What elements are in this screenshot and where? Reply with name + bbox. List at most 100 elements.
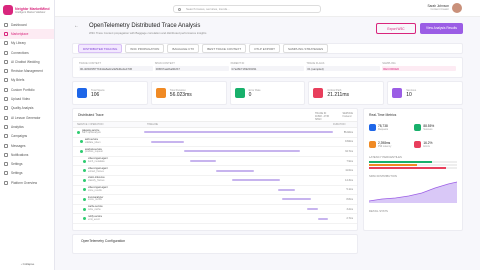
nav-icon bbox=[4, 69, 8, 74]
otel-config-title: OpenTelemetry Configuration bbox=[81, 239, 126, 243]
sidebar-item[interactable]: Marketplace bbox=[0, 29, 54, 39]
search-placeholder: Search traces, services, trends... bbox=[186, 7, 230, 11]
span-row[interactable]: gateway-service GET /api/analysis 56.02ms bbox=[73, 128, 357, 138]
tab-item[interactable]: DISTRIBUTED TRACING bbox=[78, 44, 123, 53]
tab-item[interactable]: W3C PROPAGATION bbox=[125, 44, 165, 53]
sidebar-item-label: My Briefs bbox=[11, 78, 25, 83]
span-row[interactable]: vision-inference classify_frames 14.3ms bbox=[73, 176, 357, 186]
sidebar-item[interactable]: Messages bbox=[0, 141, 54, 150]
metric-label: Requests bbox=[378, 128, 389, 131]
span-timeline bbox=[150, 208, 333, 211]
sidebar-item[interactable]: Connections bbox=[0, 48, 54, 57]
brand[interactable]: Neighbr MarketMind Intelligent Market Va… bbox=[0, 0, 54, 20]
span-operation: emit_event bbox=[88, 217, 100, 221]
sidebar-item[interactable]: My Library bbox=[0, 39, 54, 48]
latency-bar bbox=[369, 161, 457, 163]
export-button[interactable]: Export W3C bbox=[376, 23, 416, 34]
span-duration: 2.7ms bbox=[346, 217, 353, 221]
span-duration: 14.3ms bbox=[345, 178, 353, 182]
logo-icon bbox=[3, 5, 13, 15]
tab-item[interactable]: SAMPLING STRATEGIES bbox=[283, 44, 329, 53]
span-row[interactable]: trend-analyzer score_trends 8.8ms bbox=[73, 195, 357, 205]
sidebar-item[interactable]: Platform Overview bbox=[0, 178, 54, 187]
sidebar-item-label: Campaigns bbox=[11, 134, 28, 139]
span-row[interactable]: video-ingest-agent fetch_metadata 7.9ms bbox=[73, 157, 357, 167]
span-operation: validate_token bbox=[85, 140, 101, 144]
span-timeline bbox=[150, 179, 333, 182]
meta-label: PARENT ID bbox=[230, 62, 245, 65]
trace-context-panel: TRACE CONTEXT 00-4bf92f3577b34da6a3ce929d… bbox=[72, 57, 463, 78]
sidebar-item-label: AI Lesson Generator bbox=[11, 115, 41, 120]
brand-title: Neighbr MarketMind bbox=[15, 6, 50, 11]
meta-field: SPAN CONTEXT 00f067aa0ba902b7 bbox=[154, 62, 229, 73]
sidebar: Neighbr MarketMind Intelligent Market Va… bbox=[0, 0, 55, 270]
span-row[interactable]: cache-service write_cache 3.2ms bbox=[73, 205, 357, 215]
metric-icon bbox=[369, 141, 376, 148]
search-input[interactable]: Search traces, services, trends... bbox=[173, 5, 321, 13]
status-dot-icon bbox=[83, 188, 86, 192]
metric-icon bbox=[414, 141, 422, 148]
tab-item[interactable]: BAGGAGE CTX bbox=[167, 44, 200, 53]
page-title: OpenTelemetry Distributed Trace Analysis bbox=[89, 23, 201, 29]
span-row[interactable]: video-ingest-agent extract_frames 11.6ms bbox=[73, 166, 357, 176]
metrics-title: Real-Time Metrics bbox=[369, 113, 397, 117]
otel-config-card[interactable]: OpenTelemetry Configuration bbox=[72, 234, 358, 254]
span-name: analysis-service process_request bbox=[85, 148, 147, 155]
span-timeline bbox=[150, 160, 333, 163]
avatar[interactable] bbox=[452, 3, 462, 13]
span-name: trend-analyzer score_trends bbox=[88, 196, 150, 203]
sidebar-item-label: Upload Video bbox=[11, 97, 31, 102]
meta-label: TRACE CONTEXT bbox=[79, 62, 101, 65]
sidebar-item[interactable]: Notifications bbox=[0, 150, 54, 159]
span-operation: extract_frames bbox=[88, 169, 104, 173]
span-row[interactable]: video-ingest-agent store_results 5.1ms bbox=[73, 186, 357, 196]
sidebar-item[interactable]: AI Chatbot Wedding bbox=[0, 57, 54, 66]
meta-value: 00f067aa0ba902b7 bbox=[154, 66, 229, 72]
span-operation: classify_frames bbox=[88, 179, 105, 183]
tab-item[interactable]: BEST TRACE CONTEXT bbox=[202, 44, 247, 53]
sidebar-item[interactable]: My Briefs bbox=[0, 76, 54, 85]
meta-value: RECORDED bbox=[382, 66, 456, 72]
span-row[interactable]: notify-service emit_event 2.7ms bbox=[73, 214, 357, 224]
nav-icon bbox=[4, 97, 8, 102]
sidebar-item[interactable]: AI Lesson Generator bbox=[0, 113, 54, 122]
span-name: notify-service emit_event bbox=[88, 215, 150, 222]
span-row[interactable]: analysis-service process_request 34.7ms bbox=[73, 147, 357, 157]
sidebar-item[interactable]: Settings bbox=[0, 159, 54, 168]
sidebar-item-label: Quality Analysis bbox=[11, 106, 34, 111]
sidebar-item[interactable]: Campaigns bbox=[0, 132, 54, 141]
sidebar-item[interactable]: Revision Management bbox=[0, 66, 54, 75]
nav-icon bbox=[4, 50, 8, 55]
sidebar-item[interactable]: Custom Portfolio bbox=[0, 85, 54, 94]
metric-label: Success bbox=[423, 128, 433, 131]
collapse-button[interactable]: ‹ Collapse bbox=[0, 262, 55, 266]
top-bar: Search traces, services, trends... Sarah… bbox=[55, 0, 480, 17]
span-timeline bbox=[150, 169, 333, 172]
span-row[interactable]: auth-service validate_token 9.84ms bbox=[73, 138, 357, 148]
sidebar-item[interactable]: Dashboard bbox=[0, 20, 54, 29]
sidebar-item[interactable]: Analytics bbox=[0, 122, 54, 131]
sidebar-item[interactable]: Upload Video bbox=[0, 94, 54, 103]
nav-icon bbox=[4, 59, 8, 64]
stat-value: 10 bbox=[406, 91, 412, 98]
trace-tree-card: Distributed Trace TRACE ID 4bf92f...4736… bbox=[72, 108, 358, 231]
sidebar-nav: Dashboard Marketplace My Library Connection… bbox=[0, 20, 54, 187]
stat-icon bbox=[77, 88, 87, 98]
back-arrow-icon[interactable]: ← bbox=[74, 23, 79, 29]
sidebar-item[interactable]: Quality Analysis bbox=[0, 104, 54, 113]
latency-title: LATENCY PERCENTILES bbox=[369, 155, 402, 159]
span-timeline bbox=[144, 131, 333, 134]
span-name: video-ingest-agent extract_frames bbox=[88, 167, 150, 174]
span-bar bbox=[184, 150, 300, 153]
sidebar-item[interactable]: Settings bbox=[0, 169, 54, 178]
nav-icon bbox=[4, 171, 8, 176]
latency-bars bbox=[364, 161, 462, 169]
user-menu[interactable]: Sarah Johnson Content Creator bbox=[428, 3, 462, 13]
span-list: gateway-service GET /api/analysis 56.02ms a… bbox=[73, 128, 357, 224]
stat-text: Services 10 bbox=[406, 89, 416, 98]
latency-fill bbox=[369, 167, 447, 169]
meta-value: 01 (sampled) bbox=[306, 66, 381, 72]
view-results-button[interactable]: View Analysis Results bbox=[420, 23, 463, 34]
tab-item[interactable]: OTLP EXPORT bbox=[249, 44, 280, 53]
nav-icon bbox=[4, 143, 8, 148]
